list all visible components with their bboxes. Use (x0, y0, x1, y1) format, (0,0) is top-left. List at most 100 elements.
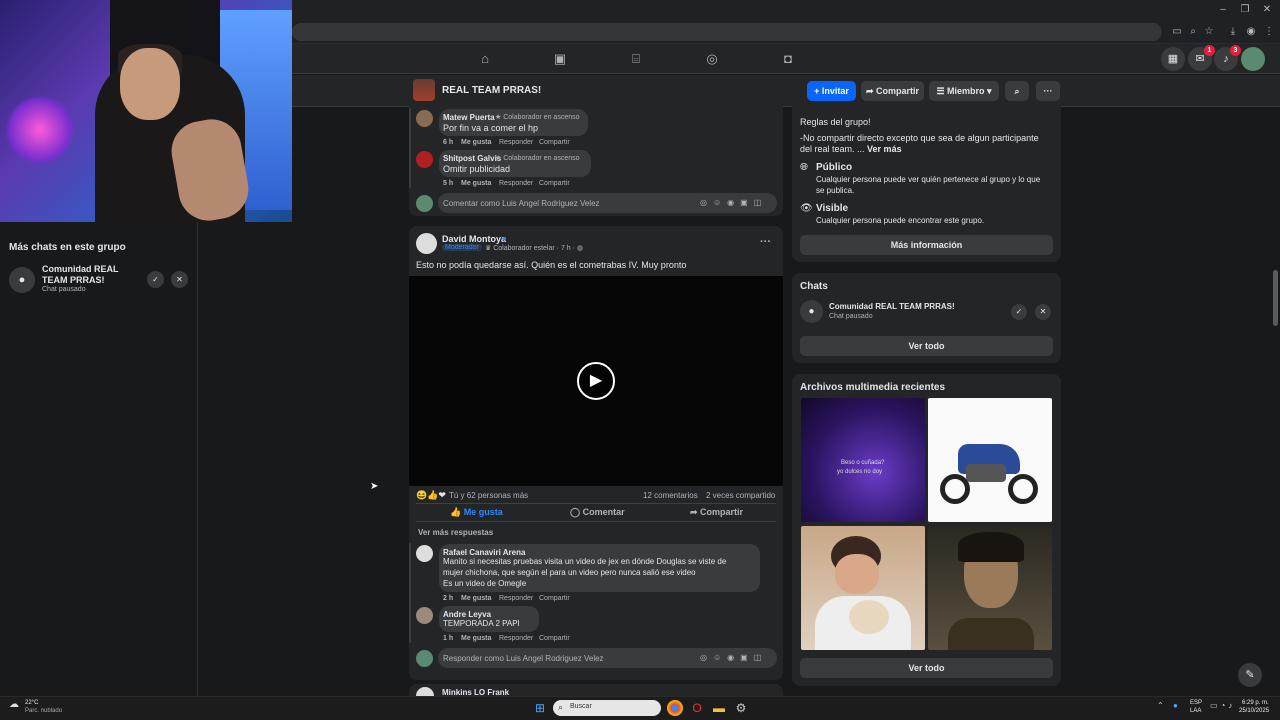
minimize-icon[interactable]: – (1215, 3, 1231, 17)
avatar[interactable] (416, 151, 433, 168)
tray-chevron-icon[interactable]: ⌃ (1157, 701, 1164, 710)
share-button[interactable]: ➦ Compartir (690, 507, 743, 518)
language-code[interactable]: ESP (1190, 700, 1202, 706)
group-name[interactable]: REAL TEAM PRRAS! (442, 85, 541, 96)
eye-icon: 👁︎ (800, 203, 813, 214)
comment-tools-icons[interactable]: ◎☺◉▣◫ (700, 653, 767, 662)
member-button[interactable]: ☰ Miembro ▾ (929, 81, 999, 101)
more-icon[interactable]: ··· (1036, 81, 1060, 101)
apps-menu-icon[interactable]: ▦ (1161, 47, 1185, 71)
video-icon[interactable]: ▣ (551, 51, 569, 67)
download-icon[interactable]: ⤓ (1226, 25, 1240, 39)
media-thumb-purple[interactable]: Beso o cuñada? yo dulces no doy (801, 398, 925, 522)
comment-author[interactable]: Shitpost Galvis (443, 154, 501, 163)
browser-menu-icon[interactable]: ⋮ (1262, 25, 1276, 39)
post-time[interactable]: 7 h (561, 245, 571, 252)
gaming-icon[interactable]: ◘ (779, 51, 797, 67)
clock-date[interactable]: 25/10/2025 (1239, 708, 1269, 714)
more-replies-link[interactable]: Ver más respuestas (418, 528, 493, 537)
share-link[interactable]: Compartir (539, 595, 570, 602)
comment-time: 2 h (443, 595, 454, 602)
author-avatar[interactable] (416, 233, 437, 254)
share-link[interactable]: Compartir (539, 139, 570, 146)
like-link[interactable]: Me gusta (461, 139, 491, 146)
search-icon[interactable]: ⌕ (1005, 81, 1029, 101)
comment-text: Omitir publicidad (443, 164, 511, 174)
comment-input[interactable]: Comentar como Luis Angel Rodriguez Velez… (438, 193, 777, 213)
windows-start-icon[interactable]: ⊞ (532, 700, 548, 716)
bookmark-star-icon[interactable]: ☆ (1202, 25, 1216, 39)
see-all-chats-button[interactable]: Ver todo (800, 336, 1053, 356)
share-link[interactable]: Compartir (539, 635, 570, 642)
reply-link[interactable]: Responder (499, 180, 533, 187)
comment-count[interactable]: 12 comentarios (643, 491, 698, 500)
app-icon[interactable]: ⚙ (733, 700, 749, 716)
like-link[interactable]: Me gusta (461, 180, 491, 187)
groups-icon[interactable]: ◎ (703, 51, 721, 67)
profile-icon[interactable]: ◉ (1244, 25, 1258, 39)
cast-icon[interactable]: ▭ (1170, 25, 1184, 39)
comment-tools-icons[interactable]: ◎☺◉▣◫ (700, 198, 767, 207)
microphone-icon[interactable]: ● (1173, 701, 1178, 710)
comment-bubble: Matew Puerta ★ Colaborador en ascenso Po… (439, 109, 588, 136)
like-link[interactable]: Me gusta (461, 635, 491, 642)
clock-time[interactable]: 6:29 p. m. (1242, 700, 1269, 706)
share-link[interactable]: Compartir (539, 180, 570, 187)
group-header (292, 75, 1280, 107)
comment-author[interactable]: Rafael Canaviri Arena (443, 548, 525, 557)
avatar[interactable] (416, 545, 433, 562)
comment-author[interactable]: Andre Leyva (443, 610, 491, 619)
media-thumb-portrait[interactable] (928, 526, 1052, 650)
restore-icon[interactable]: ❐ (1237, 3, 1253, 17)
share-count[interactable]: 2 veces compartido (706, 491, 775, 500)
comment-author[interactable]: Matew Puerta (443, 113, 495, 122)
weather-icon[interactable]: ☁ (9, 699, 19, 710)
omnibox[interactable] (292, 23, 1162, 41)
opera-icon[interactable]: O (689, 700, 705, 716)
chats-title: Chats (800, 281, 828, 292)
system-tray-icons[interactable]: ▭◔♪ (1210, 701, 1235, 710)
invite-button[interactable]: + Invitar (807, 81, 856, 101)
reply-link[interactable]: Responder (499, 635, 533, 642)
new-message-icon[interactable]: ✎ (1238, 663, 1262, 687)
share-group-button[interactable]: ➦ Compartir (861, 81, 924, 101)
reply-link[interactable]: Responder (499, 139, 533, 146)
verified-icon: ● (502, 234, 507, 243)
like-link[interactable]: Me gusta (461, 595, 491, 602)
join-check-icon[interactable]: ✓ (147, 271, 164, 288)
dismiss-icon[interactable]: ✕ (171, 271, 188, 288)
see-all-media-button[interactable]: Ver todo (800, 658, 1053, 678)
reply-link[interactable]: Responder (499, 595, 533, 602)
chrome-icon[interactable] (667, 700, 683, 716)
see-more-link[interactable]: Ver más (867, 144, 902, 154)
taskbar-search[interactable]: ⌕ Buscar (553, 700, 661, 716)
file-explorer-icon[interactable]: ▬ (711, 700, 727, 716)
media-thumb-person-dog[interactable] (801, 526, 925, 650)
like-button[interactable]: 👍 Me gusta (450, 507, 503, 518)
reaction-count[interactable]: Tú y 62 personas más (449, 491, 528, 500)
chat-name[interactable]: Comunidad REAL TEAM PRRAS! (829, 302, 955, 311)
join-check-icon[interactable]: ✓ (1011, 304, 1027, 320)
language-region[interactable]: LAA (1190, 708, 1201, 714)
rules-title: Reglas del grupo! (800, 117, 871, 127)
avatar[interactable] (416, 607, 433, 624)
reaction-icons[interactable]: 😆👍❤ (416, 490, 446, 501)
zoom-icon[interactable]: ⌕ (1186, 25, 1200, 39)
comment-button[interactable]: ◯ Comentar (570, 507, 625, 518)
sidebar-chat-name[interactable]: Comunidad REAL TEAM PRRAS! (42, 264, 142, 286)
post-options-icon[interactable]: ··· (760, 236, 771, 248)
post-author[interactable]: David Montoya (442, 234, 506, 244)
play-icon[interactable]: ▶ (577, 362, 615, 400)
account-avatar[interactable] (1241, 47, 1265, 71)
more-info-button[interactable]: Más información (800, 235, 1053, 255)
avatar[interactable] (416, 110, 433, 127)
page-scrollbar[interactable] (1273, 270, 1278, 326)
mouse-cursor-icon: ➤ (370, 481, 379, 492)
weather-temp: 22°C (25, 700, 39, 706)
home-icon[interactable]: ⌂ (476, 51, 494, 67)
dismiss-icon[interactable]: ✕ (1035, 304, 1051, 320)
marketplace-icon[interactable]: ⌸ (627, 51, 645, 67)
reply-input[interactable]: Responder como Luis Angel Rodriguez Vele… (438, 648, 777, 668)
close-window-icon[interactable]: ✕ (1259, 3, 1275, 17)
media-thumb-motorcycle[interactable] (928, 398, 1052, 522)
